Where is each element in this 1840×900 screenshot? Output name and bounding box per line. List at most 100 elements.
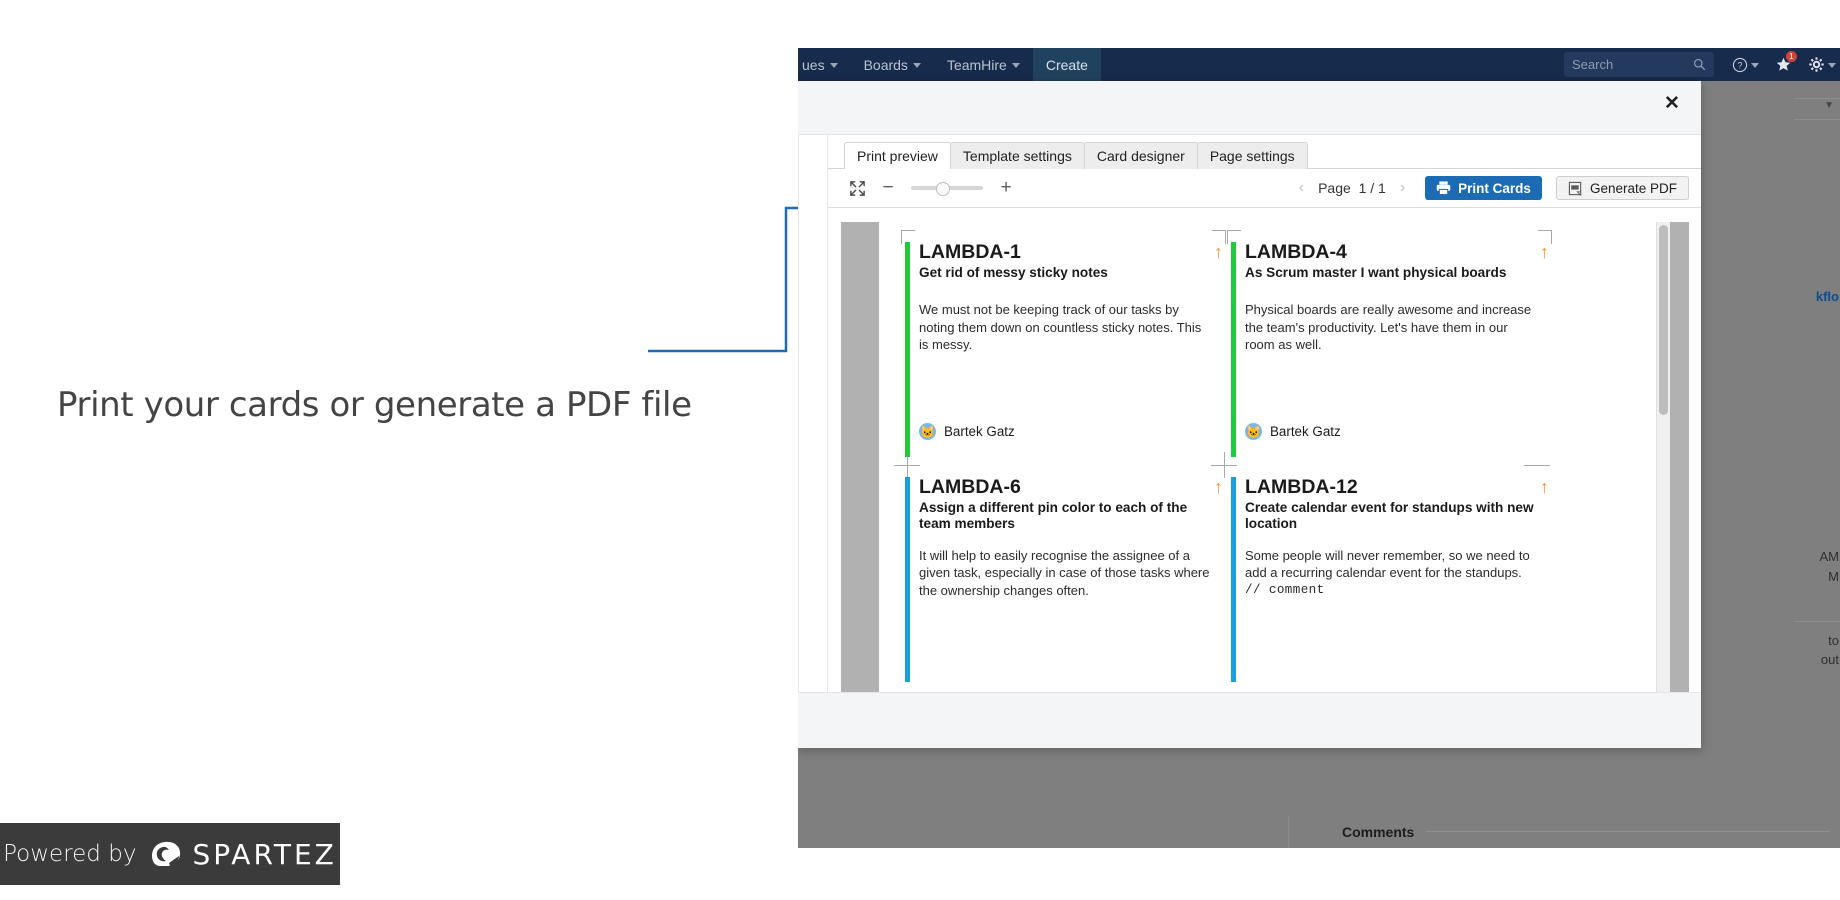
card-summary: Assign a different pin color to each of …: [919, 500, 1211, 533]
print-preview-canvas: ↑ LAMBDA-1 Get rid of messy sticky notes…: [828, 209, 1701, 692]
zoom-in-button[interactable]: +: [994, 177, 1018, 199]
nav-item-teamhire[interactable]: TeamHire: [934, 48, 1033, 81]
card-issue-key: LAMBDA-4: [1245, 242, 1537, 264]
priority-up-arrow-icon: ↑: [1214, 478, 1223, 496]
settings-button[interactable]: [1808, 56, 1836, 73]
nav-item-label: Create: [1046, 57, 1088, 73]
card-summary: Create calendar event for standups with …: [1245, 500, 1537, 533]
preview-page: ↑ LAMBDA-1 Get rid of messy sticky notes…: [879, 222, 1669, 692]
tab-template-settings[interactable]: Template settings: [950, 142, 1085, 169]
chevron-down-icon: [1012, 63, 1020, 68]
nav-item-label: Boards: [864, 57, 908, 73]
card-description: We must not be keeping track of our task…: [919, 301, 1211, 353]
card-color-bar: [1231, 477, 1236, 682]
gear-icon: [1808, 56, 1825, 73]
magnifier-icon: [1693, 58, 1706, 71]
print-cards-dialog: ✕ Print preview Template settings Card d…: [798, 81, 1701, 748]
help-button[interactable]: ?: [1732, 57, 1759, 73]
card-assignee: 🐱 Bartek Gatz: [1245, 423, 1341, 440]
nav-item-create[interactable]: Create: [1033, 48, 1101, 81]
background-text-fragment: AM: [1820, 549, 1840, 564]
previous-page-button[interactable]: ‹: [1291, 179, 1312, 197]
tab-page-settings[interactable]: Page settings: [1197, 142, 1308, 169]
favourites-button[interactable]: 1: [1775, 56, 1792, 73]
zoom-slider[interactable]: [911, 186, 983, 190]
card-color-bar: [905, 242, 910, 457]
chevron-down-icon: [913, 63, 921, 68]
annotation-label: Print your cards or generate a PDF file: [57, 385, 692, 425]
dialog-header: ✕: [798, 81, 1701, 135]
card-summary: Get rid of messy sticky notes: [919, 265, 1211, 282]
page-current: 1: [1359, 180, 1367, 196]
print-cards-label: Print Cards: [1458, 181, 1531, 196]
card-issue-key: LAMBDA-12: [1245, 477, 1537, 499]
tab-print-preview[interactable]: Print preview: [844, 142, 951, 169]
spartan-helmet-icon: [149, 839, 183, 869]
preview-toolbar: − + ‹ Page 1 / 1 › Print C: [828, 169, 1701, 208]
issue-card[interactable]: ↑ LAMBDA-12 Create calendar event for st…: [1231, 477, 1549, 682]
search-input[interactable]: Search: [1564, 52, 1714, 77]
crop-mark: [1224, 452, 1225, 478]
background-text-fragment: to: [1828, 633, 1839, 648]
card-issue-key: LAMBDA-1: [919, 242, 1211, 264]
page-separator: /: [1370, 180, 1374, 196]
nav-item-boards[interactable]: Boards: [851, 48, 934, 81]
card-color-bar: [1231, 242, 1236, 457]
page-indicator: Page 1 / 1: [1318, 180, 1386, 196]
powered-by-label: Powered by: [3, 841, 136, 867]
divider: [1426, 831, 1830, 832]
priority-up-arrow-icon: ↑: [1540, 243, 1549, 261]
card-assignee: 🐱 Bartek Gatz: [919, 423, 1015, 440]
next-page-button[interactable]: ›: [1392, 179, 1413, 197]
preview-scrollbar[interactable]: [1656, 222, 1670, 692]
priority-up-arrow-icon: ↑: [1540, 478, 1549, 496]
pdf-file-icon: [1568, 181, 1583, 196]
nav-item-issues[interactable]: ues: [798, 48, 851, 81]
chevron-down-icon: [1828, 63, 1836, 68]
chevron-down-icon: [830, 63, 838, 68]
comments-section-header: Comments: [1328, 815, 1840, 848]
crop-mark: [1524, 465, 1550, 466]
close-icon[interactable]: ✕: [1659, 90, 1685, 116]
card-issue-key: LAMBDA-6: [919, 477, 1211, 499]
jira-top-navigation: ues Boards TeamHire Create Search ?: [798, 48, 1840, 81]
svg-text:?: ?: [1738, 60, 1743, 70]
comments-label: Comments: [1342, 824, 1414, 840]
preview-backdrop: ↑ LAMBDA-1 Get rid of messy sticky notes…: [841, 222, 1689, 692]
zoom-out-button[interactable]: −: [876, 177, 900, 199]
background-bottom-strip: [798, 815, 1328, 848]
issue-card[interactable]: ↑ LAMBDA-1 Get rid of messy sticky notes…: [905, 242, 1223, 457]
nav-item-label: ues: [802, 57, 825, 73]
page-word: Page: [1318, 180, 1351, 196]
card-assignee-name: Bartek Gatz: [944, 424, 1015, 439]
background-text-fragment: M: [1828, 569, 1839, 584]
issue-card[interactable]: ↑ LAMBDA-6 Assign a different pin color …: [905, 477, 1223, 682]
card-description: It will help to easily recognise the ass…: [919, 547, 1211, 599]
column-separator: [1288, 815, 1289, 848]
generate-pdf-label: Generate PDF: [1590, 181, 1677, 196]
dialog-footer: [798, 692, 1701, 748]
fit-to-screen-icon[interactable]: [844, 175, 870, 201]
background-link-fragment[interactable]: kflo: [1816, 289, 1839, 304]
background-page-right-column: ▼ kflo AM M to out: [1794, 81, 1840, 848]
print-cards-button[interactable]: Print Cards: [1425, 176, 1542, 200]
spartez-wordmark: SPARTEZ: [192, 838, 336, 871]
card-description: Some people will never remember, so we n…: [1245, 547, 1537, 582]
printer-icon: [1436, 181, 1451, 195]
card-color-bar: [905, 477, 910, 682]
avatar: 🐱: [919, 423, 936, 440]
card-description-code: // comment: [1245, 582, 1537, 599]
priority-up-arrow-icon: ↑: [1214, 243, 1223, 261]
zoom-slider-handle[interactable]: [936, 182, 950, 196]
tab-card-designer[interactable]: Card designer: [1084, 142, 1198, 169]
chevron-down-icon: [1751, 63, 1759, 68]
dialog-tabs: Print preview Template settings Card des…: [828, 135, 1701, 169]
page-total: 1: [1378, 180, 1386, 196]
generate-pdf-button[interactable]: Generate PDF: [1556, 176, 1689, 200]
search-placeholder: Search: [1572, 57, 1693, 72]
star-badge-count: 1: [1786, 51, 1797, 62]
card-assignee-name: Bartek Gatz: [1270, 424, 1341, 439]
avatar: 🐱: [1245, 423, 1262, 440]
preview-scrollbar-thumb[interactable]: [1659, 225, 1668, 415]
issue-card[interactable]: ↑ LAMBDA-4 As Scrum master I want physic…: [1231, 242, 1549, 457]
